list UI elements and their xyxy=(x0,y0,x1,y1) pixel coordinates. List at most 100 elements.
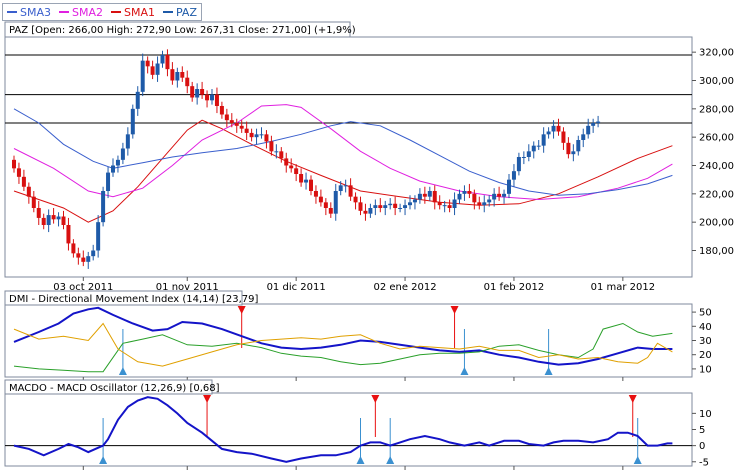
candle-body xyxy=(259,134,264,136)
candle-body xyxy=(408,202,412,206)
price-ytick-label: 300,00 xyxy=(699,76,734,87)
candle-body xyxy=(111,165,115,173)
chart-canvas: 180,00 200,00 220,00 240,00 260,00 280,00 300,… xyxy=(4,21,734,470)
candle-body xyxy=(309,179,313,191)
candle-body xyxy=(185,77,190,87)
candle-body xyxy=(412,199,417,203)
candle-body xyxy=(244,128,249,133)
candle-body xyxy=(546,131,551,135)
candle-body xyxy=(566,142,571,155)
candle-body xyxy=(521,157,526,158)
dmi-ytick-label: 50 xyxy=(699,308,712,319)
candle-body xyxy=(195,89,200,98)
dmi-panel-frame xyxy=(4,303,693,378)
dmi-ytick-label: 10 xyxy=(699,364,712,375)
price-panel-title: PAZ [Open: 266,00 High: 272,90 Low: 267,… xyxy=(9,25,356,36)
candle-body xyxy=(210,94,214,101)
candle-body xyxy=(368,208,373,214)
candle-body xyxy=(41,217,46,225)
candle-body xyxy=(76,253,81,258)
candle-body xyxy=(81,257,86,262)
candle-body xyxy=(160,55,165,64)
dmi-panel-title: DMI - Directional Movement Index (14,14)… xyxy=(9,294,258,305)
candle-body xyxy=(284,158,289,166)
candle-body xyxy=(482,202,487,206)
candle-body xyxy=(61,216,66,225)
candle-body xyxy=(239,125,244,129)
candle-body xyxy=(507,179,511,194)
candle-body xyxy=(46,215,51,225)
candle-body xyxy=(86,256,91,262)
chart-window: SMA3 SMA2 SMA1 PAZ 180,00 200,00 220,00 240… xyxy=(0,0,745,470)
price-xtick-label: 02 ene 2012 xyxy=(373,282,436,293)
candle-body xyxy=(531,145,536,152)
candle-body xyxy=(516,157,521,172)
candle-body xyxy=(150,66,155,75)
candle-body xyxy=(328,208,333,214)
candle-body xyxy=(101,191,106,223)
candle-body xyxy=(363,210,368,214)
dmi-ytick-label: 40 xyxy=(699,322,712,333)
candle-body xyxy=(323,202,328,208)
candle-body xyxy=(586,125,591,135)
candle-body xyxy=(294,168,299,174)
candle-body xyxy=(175,72,180,81)
candle-body xyxy=(66,225,71,244)
candle-body xyxy=(536,145,541,147)
price-ytick-label: 280,00 xyxy=(699,104,734,115)
candle-body xyxy=(338,185,343,191)
candle-body xyxy=(26,186,31,197)
candle-body xyxy=(224,114,229,121)
candle-body xyxy=(274,151,279,153)
candle-body xyxy=(269,141,274,152)
price-ytick-label: 260,00 xyxy=(699,133,734,144)
candle-body xyxy=(526,151,531,157)
candle-body xyxy=(422,193,427,197)
candle-body xyxy=(219,106,224,115)
candle-body xyxy=(462,191,467,194)
candle-body xyxy=(333,191,338,214)
candle-body xyxy=(591,123,596,126)
candle-body xyxy=(373,205,378,208)
candle-body xyxy=(403,205,408,208)
candle-body xyxy=(596,121,601,123)
dmi-ytick-label: 30 xyxy=(699,336,712,347)
candle-body xyxy=(205,94,210,101)
candle-body xyxy=(313,191,318,197)
candle-body xyxy=(36,208,41,218)
candle-body xyxy=(561,131,566,143)
candle-body xyxy=(576,140,581,152)
candle-body xyxy=(180,72,185,78)
candle-body xyxy=(447,205,452,208)
candle-body xyxy=(318,196,323,203)
candle-body xyxy=(254,134,259,138)
candle-body xyxy=(229,120,234,123)
macd-ytick-label: -5 xyxy=(699,457,709,468)
candle-body xyxy=(130,108,135,135)
macd-panel-frame xyxy=(4,392,693,467)
candle-body xyxy=(214,94,219,106)
candle-body xyxy=(51,215,56,220)
price-ytick-label: 200,00 xyxy=(699,218,734,229)
candle-body xyxy=(249,132,254,138)
candle-body xyxy=(571,151,576,155)
macd-ytick-label: 0 xyxy=(699,441,705,452)
candle-body xyxy=(304,179,309,183)
candle-body xyxy=(556,125,561,132)
candle-body xyxy=(353,196,358,203)
candle-body xyxy=(417,193,422,200)
candle-body xyxy=(581,134,586,140)
candle-body xyxy=(135,91,140,109)
candle-body xyxy=(155,63,160,75)
candle-body xyxy=(467,191,472,194)
dmi-ytick-label: 20 xyxy=(699,350,712,361)
candle-body xyxy=(452,199,457,208)
candle-body xyxy=(21,176,26,187)
candle-body xyxy=(487,199,492,203)
candle-body xyxy=(299,174,304,183)
candle-body xyxy=(457,193,462,200)
candle-body xyxy=(348,185,353,197)
candle-body xyxy=(200,89,205,95)
candle-body xyxy=(264,134,269,142)
price-xtick-label: 01 feb 2012 xyxy=(484,282,545,293)
